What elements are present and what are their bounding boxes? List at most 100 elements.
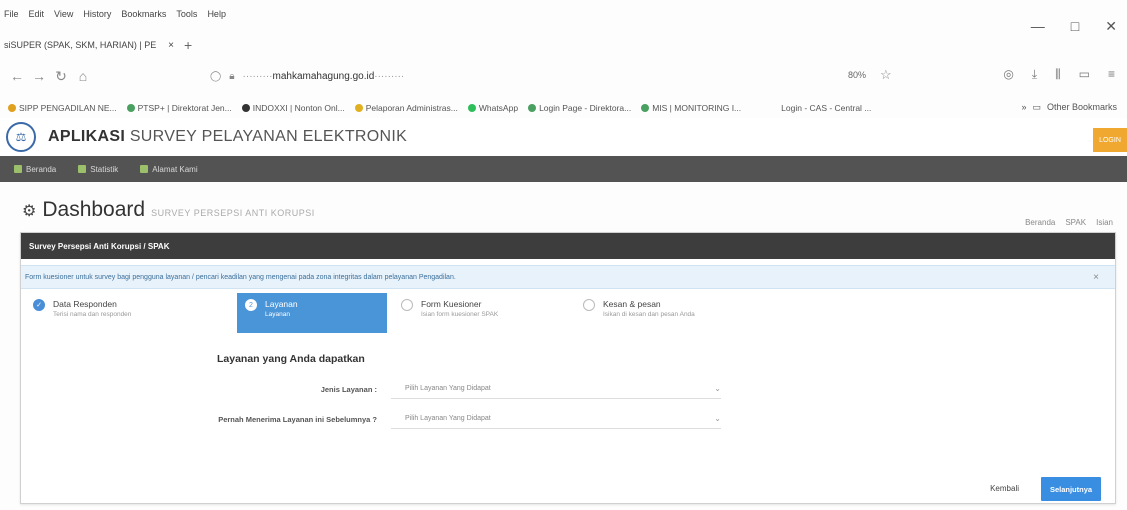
menu-bookmarks[interactable]: Bookmarks [121, 9, 166, 19]
menu-help[interactable]: Help [207, 9, 226, 19]
url-text: ·········mahkamahagung.go.id········· [242, 70, 405, 82]
bookmark-item[interactable]: WhatsApp [467, 103, 519, 113]
maximize-button[interactable]: □ [1071, 18, 1079, 35]
close-window-button[interactable]: ✕ [1105, 18, 1117, 35]
breadcrumb-isian: Isian [1096, 218, 1113, 227]
tab-close-icon[interactable]: × [168, 40, 174, 51]
folder-icon: ▭ [1032, 102, 1041, 112]
select-placeholder: Pilih Layanan Yang Didapat [405, 415, 491, 422]
bookmark-item[interactable]: Login - CAS - Central ... [781, 103, 871, 113]
browser-menu-bar: File Edit View History Bookmarks Tools H… [0, 0, 1127, 28]
zoom-level[interactable]: 80% [848, 70, 866, 80]
home-icon[interactable]: ⌂ [72, 68, 94, 84]
bookmark-item[interactable]: INDOXXI | Nonton Onl... [241, 103, 345, 113]
bookmark-label: MIS | MONITORING I... [652, 103, 742, 113]
bookmark-label: Login Page - Direktora... [539, 103, 632, 113]
breadcrumb-beranda[interactable]: Beranda [1025, 218, 1055, 227]
step-circle-icon [401, 299, 413, 311]
wizard-steps: ✓ Data Responden Terisi nama dan respond… [21, 293, 1115, 333]
sidebar-icon[interactable]: ▭ [1079, 67, 1090, 82]
step-label: Kesan & pesan [603, 299, 661, 309]
step-number: 2 [245, 299, 257, 311]
bookmark-item[interactable]: SIPP PENGADILAN NE... [8, 103, 117, 113]
app-title-rest: SURVEY PELAYANAN ELEKTRONIK [129, 128, 408, 145]
bookmark-label: WhatsApp [478, 103, 519, 113]
chevron-down-icon: ⌄ [714, 384, 721, 393]
login-button[interactable]: LOGIN [1093, 128, 1127, 152]
back-arrow-icon[interactable]: ← [6, 68, 28, 84]
close-icon[interactable]: × [1093, 272, 1099, 283]
hamburger-menu-icon[interactable]: ≡ [1108, 67, 1115, 82]
panel-heading: Survey Persepsi Anti Korupsi / SPAK [21, 233, 1115, 259]
step-layanan[interactable]: 2 Layanan Layanan [237, 293, 387, 333]
app-title-bold: APLIKASI [48, 128, 126, 145]
bookmark-favicon-icon [241, 104, 250, 112]
bookmark-item[interactable]: Login Page - Direktora... [528, 103, 631, 113]
jenis-layanan-select[interactable]: Pilih Layanan Yang Didapat ⌄ [391, 379, 721, 399]
bookmark-item[interactable]: Pelaporan Administras... [354, 103, 458, 113]
step-data-responden[interactable]: ✓ Data Responden Terisi nama dan respond… [33, 293, 213, 333]
bookmark-item[interactable]: MIS | MONITORING I... [641, 103, 741, 113]
other-bookmarks[interactable]: » ▭ Other Bookmarks [1021, 102, 1117, 113]
breadcrumb: Beranda SPAK Isian [1025, 218, 1113, 227]
bookmark-item[interactable]: PTSP+ | Direktorat Jen... [126, 103, 232, 113]
page-heading: ⚙ Dashboard SURVEY PERSEPSI ANTI KORUPSI [22, 198, 315, 222]
nav-statistik[interactable]: Statistik [78, 165, 118, 174]
menu-history[interactable]: History [83, 9, 111, 19]
chart-icon [78, 165, 87, 173]
map-icon [140, 165, 149, 173]
browser-tab[interactable]: siSUPER (SPAK, SKM, HARIAN) | PE × [0, 34, 180, 56]
toolbar-icons: ◎ ⤓ ⫼ ▭ ≡ [1003, 67, 1115, 82]
menu-tools[interactable]: Tools [176, 9, 197, 19]
court-logo-icon: ⚖ [6, 122, 36, 152]
download-icon[interactable]: ⤓ [1032, 67, 1037, 82]
nav-beranda[interactable]: Beranda [14, 165, 56, 174]
reload-icon[interactable]: ↻ [50, 68, 72, 85]
url-bar[interactable]: ◯ 🔒︎ ·········mahkamahagung.go.id·······… [210, 66, 830, 86]
globe-icon [641, 104, 650, 112]
bookmark-label: INDOXXI | Nonton Onl... [252, 103, 345, 113]
bookmark-label: SIPP PENGADILAN NE... [19, 103, 117, 113]
app-navbar: Beranda Statistik Alamat Kami [0, 156, 1127, 182]
menu-edit[interactable]: Edit [29, 9, 45, 19]
nav-label: Beranda [26, 164, 57, 174]
forward-arrow-icon[interactable]: → [28, 68, 50, 84]
new-tab-button[interactable]: + [184, 37, 192, 53]
nav-label: Alamat Kami [152, 164, 198, 174]
home-icon [14, 165, 22, 173]
menu-view[interactable]: View [54, 9, 73, 19]
alert-text: Form kuesioner untuk survey bagi penggun… [25, 273, 456, 281]
other-bookmarks-label: Other Bookmarks [1046, 102, 1117, 112]
bookmark-star-icon[interactable]: ☆ [880, 67, 892, 83]
globe-icon [126, 104, 135, 112]
navigation-bar: ← → ↻ ⌂ ◯ 🔒︎ ·········mahkamahagung.go.i… [0, 62, 1127, 90]
bookmarks-bar: SIPP PENGADILAN NE... PTSP+ | Direktorat… [0, 98, 1127, 118]
step-desc: Isikan di kesan dan pesan Anda [603, 311, 695, 318]
field-jenis-layanan: Jenis Layanan : Pilih Layanan Yang Didap… [217, 377, 737, 401]
tab-title: siSUPER (SPAK, SKM, HARIAN) | PE [4, 40, 157, 50]
step-desc: Terisi nama dan responden [53, 311, 132, 318]
pocket-icon[interactable]: ◎ [1003, 67, 1013, 82]
next-button[interactable]: Selanjutnya [1041, 477, 1101, 501]
step-label: Form Kuesioner [421, 299, 482, 309]
whatsapp-icon [467, 104, 476, 112]
breadcrumb-spak[interactable]: SPAK [1065, 218, 1086, 227]
step-desc: Layanan [265, 311, 290, 318]
minimize-button[interactable]: — [1031, 18, 1045, 35]
step-form-kuesioner[interactable]: Form Kuesioner Isian form kuesioner SPAK [401, 293, 571, 333]
nav-label: Statistik [90, 164, 119, 174]
tab-bar: siSUPER (SPAK, SKM, HARIAN) | PE × + [0, 34, 1127, 56]
survey-panel: Survey Persepsi Anti Korupsi / SPAK Form… [20, 232, 1116, 504]
pernah-menerima-select[interactable]: Pilih Layanan Yang Didapat ⌄ [391, 409, 721, 429]
chevron-right-icon: » [1021, 102, 1027, 112]
url-domain: mahkamahagung.go.id [272, 70, 375, 82]
back-button[interactable]: Kembali [990, 484, 1019, 493]
field-label: Pernah Menerima Layanan ini Sebelumnya ? [218, 414, 377, 424]
field-pernah-menerima: Pernah Menerima Layanan ini Sebelumnya ?… [217, 407, 737, 431]
library-icon[interactable]: ⫼ [1055, 67, 1061, 82]
menu-file[interactable]: File [4, 9, 19, 19]
step-kesan-pesan[interactable]: Kesan & pesan Isikan di kesan dan pesan … [583, 293, 783, 333]
nav-alamat-kami[interactable]: Alamat Kami [140, 164, 198, 174]
step-desc: Isian form kuesioner SPAK [421, 311, 499, 318]
step-label: Data Responden [53, 299, 117, 309]
